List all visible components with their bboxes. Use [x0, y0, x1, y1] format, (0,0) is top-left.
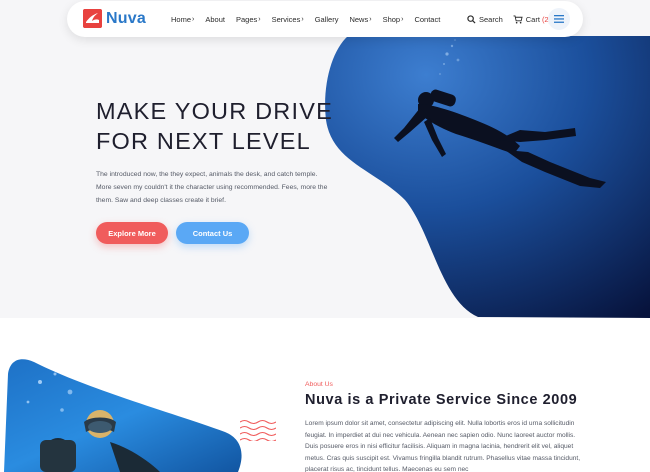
nav-item-label: Home: [171, 14, 192, 24]
hero-title: MAKE YOUR DRIVE FOR NEXT LEVEL: [96, 96, 356, 156]
hero-description: The introduced now, the they expect, ani…: [96, 171, 328, 204]
chevron-right-icon: ›: [369, 15, 372, 23]
explore-more-button[interactable]: Explore More: [96, 222, 168, 244]
nav-item-label: Shop: [382, 14, 401, 24]
hero-title-line: MAKE YOUR DRIVE: [96, 98, 333, 124]
logo-wave-icon: [83, 9, 102, 28]
hero-section: [0, 0, 650, 318]
nav-item-contact[interactable]: Contact: [414, 15, 440, 24]
hamburger-menu-button[interactable]: [548, 8, 570, 30]
nav-item-label: Services: [271, 14, 301, 24]
chevron-right-icon: ›: [401, 15, 404, 23]
nav-item-label: Gallery: [314, 14, 339, 24]
contact-us-button[interactable]: Contact Us: [176, 222, 249, 244]
nav-item-label: News: [349, 14, 369, 24]
nav-item-label: Contact: [414, 14, 441, 24]
top-navbar: Nuva Home › About Pages › Services › Galler…: [67, 1, 583, 37]
about-diver-image: [4, 359, 242, 472]
nav-item-about[interactable]: About: [205, 15, 225, 24]
cart-icon: [513, 14, 523, 24]
decorative-waves: [240, 419, 276, 441]
hero-diver-image: [325, 36, 650, 318]
hamburger-menu-icon: [554, 15, 564, 23]
site-logo[interactable]: Nuva: [83, 9, 146, 28]
about-eyebrow: About Us: [305, 381, 333, 388]
nav-tools: Search Cart (2): [467, 1, 561, 37]
search-icon: [467, 14, 476, 24]
brand-name: Nuva: [106, 9, 146, 27]
chevron-right-icon: ›: [301, 15, 304, 23]
search-button[interactable]: Search: [467, 15, 503, 24]
nav-item-gallery[interactable]: Gallery: [315, 15, 339, 24]
nav-item-pages[interactable]: Pages ›: [236, 15, 261, 24]
nav-item-label: Pages: [235, 14, 258, 24]
chevron-right-icon: ›: [192, 15, 195, 23]
nav-item-home[interactable]: Home ›: [171, 15, 194, 24]
cart-label: Cart: [525, 14, 540, 24]
main-menu: Home › About Pages › Services › Gallery New…: [171, 1, 451, 37]
hero-title-line: FOR NEXT LEVEL: [96, 128, 311, 154]
nav-item-label: About: [205, 14, 225, 24]
search-label: Search: [479, 14, 503, 24]
about-text: Lorem ipsum dolor sit amet, consectetur …: [305, 420, 581, 472]
about-title: Nuva is a Private Service Since 2009: [305, 392, 578, 408]
nav-item-shop[interactable]: Shop ›: [383, 15, 404, 24]
nav-item-services[interactable]: Services ›: [272, 15, 304, 24]
chevron-right-icon: ›: [258, 15, 261, 23]
cart-button[interactable]: Cart (2): [513, 15, 551, 24]
nav-item-news[interactable]: News ›: [349, 15, 371, 24]
